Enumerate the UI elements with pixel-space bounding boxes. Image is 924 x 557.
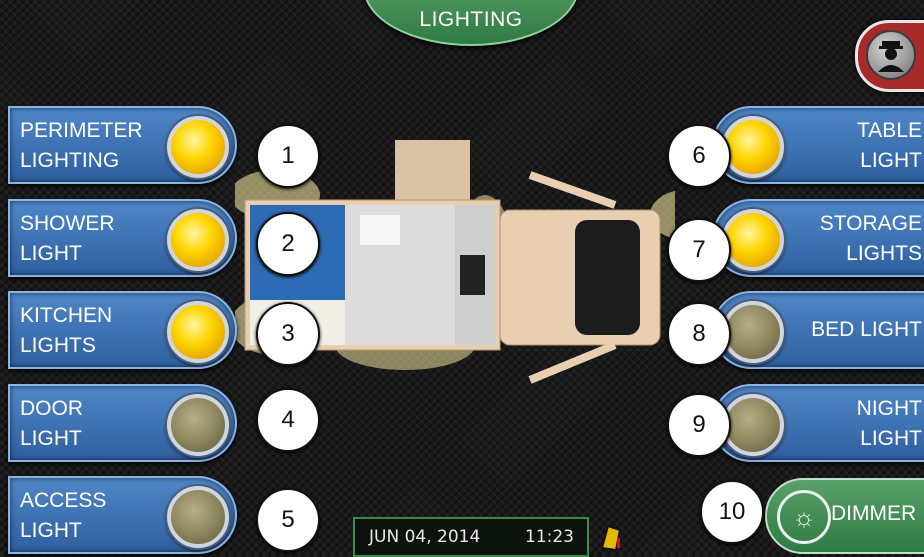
button-label: KITCHEN LIGHTS [20, 304, 113, 357]
button-label: STORAGE LIGHTS [819, 212, 922, 265]
button-label: DOOR LIGHT [20, 397, 83, 450]
warning-icon[interactable] [594, 520, 626, 552]
person-silhouette-icon [866, 30, 916, 80]
lamp-on-icon [167, 116, 229, 178]
button-label: ACCESS LIGHT [20, 489, 107, 542]
lamp-off-icon [167, 394, 229, 456]
callout-7: 7 [667, 218, 731, 282]
callout-4: 4 [256, 388, 320, 452]
callout-9: 9 [667, 393, 731, 457]
callout-3: 3 [256, 302, 320, 366]
callout-1: 1 [256, 124, 320, 188]
callout-8: 8 [667, 302, 731, 366]
bed-light-button[interactable]: BED LIGHT [712, 291, 924, 369]
lamp-off-icon [722, 394, 784, 456]
page-title-tab: LIGHTING [363, 0, 579, 46]
door-light-button[interactable]: DOOR LIGHT [8, 384, 237, 462]
button-label: BED LIGHT [811, 318, 922, 341]
lamp-off-icon [167, 486, 229, 548]
date-text: JUN 04, 2014 [369, 527, 481, 547]
home-button[interactable] [855, 20, 924, 92]
access-light-button[interactable]: ACCESS LIGHT [8, 476, 237, 554]
lamp-off-icon [722, 301, 784, 363]
storage-lights-button[interactable]: STORAGE LIGHTS [712, 199, 924, 277]
lamp-on-icon [167, 301, 229, 363]
table-light-button[interactable]: TABLE LIGHT [712, 106, 924, 184]
date-time-display: JUN 04, 2014 11:23 [353, 517, 589, 557]
callout-10: 10 [700, 480, 764, 544]
button-label: NIGHT LIGHT [856, 397, 922, 450]
dimmer-label: DIMMER [831, 502, 917, 525]
dimmer-button[interactable]: ☼ DIMMER [765, 478, 924, 554]
button-label: SHOWER LIGHT [20, 212, 115, 265]
lamp-on-icon [167, 209, 229, 271]
shower-light-button[interactable]: SHOWER LIGHT [8, 199, 237, 277]
perimeter-lighting-button[interactable]: PERIMETER LIGHTING [8, 106, 237, 184]
button-label: PERIMETER LIGHTING [20, 119, 143, 172]
callout-2: 2 [256, 212, 320, 276]
time-text: 11:23 [525, 527, 574, 547]
lightbulb-icon: ☼ [777, 490, 831, 544]
callout-5: 5 [256, 488, 320, 552]
page-title: LIGHTING [419, 8, 523, 31]
night-light-button[interactable]: NIGHT LIGHT [712, 384, 924, 462]
lamp-on-icon [722, 209, 784, 271]
button-label: TABLE LIGHT [857, 119, 922, 172]
kitchen-lights-button[interactable]: KITCHEN LIGHTS [8, 291, 237, 369]
lamp-on-icon [722, 116, 784, 178]
callout-6: 6 [667, 124, 731, 188]
